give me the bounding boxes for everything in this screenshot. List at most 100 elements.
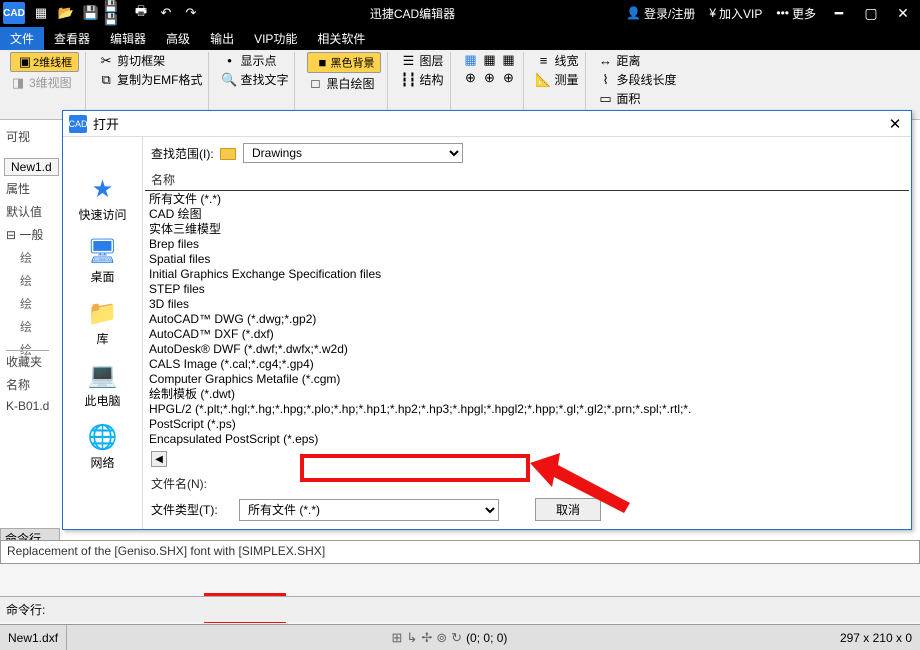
filetype-item[interactable]: AutoDesk® DWF (*.dwf;*.dwfx;*.w2d) [149,342,905,357]
login-button[interactable]: 👤登录/注册 [622,5,699,22]
column-header[interactable]: 名称 [143,169,911,190]
struct-icon: ┇┇ [400,72,416,88]
grid3-icon: ▦ [501,52,517,68]
status-coords: (0; 0; 0) [466,631,507,645]
dialog-logo-icon: CAD [69,115,87,133]
filetype-item[interactable]: Encapsulated PostScript (*.eps) [149,432,905,447]
wire3d-button[interactable]: 3维视图 [29,74,72,91]
undo-icon[interactable]: ↶ [154,2,178,24]
filetype-item[interactable]: Brep files [149,237,905,252]
place-lib[interactable]: 📁库 [88,299,118,347]
desktop-icon: 🖥 [87,237,117,266]
area-button[interactable]: 面积 [617,90,641,107]
struct-button[interactable]: 结构 [419,71,443,88]
filetype-item[interactable]: STEP files [149,282,905,297]
layers-button[interactable]: 图层 [419,52,443,69]
tab-viewer[interactable]: 查看器 [44,27,100,50]
snap-icon[interactable]: ⊞ [392,630,403,646]
maximize-icon[interactable]: ▢ [858,0,884,26]
filetype-item[interactable]: 所有文件 (*.*) [149,192,905,207]
filetype-listbox[interactable]: 所有文件 (*.*)CAD 绘图实体三维模型Brep filesSpatial … [145,190,909,451]
place-quick[interactable]: ★快速访问 [78,175,126,223]
title-bar: CAD ▦ 📂 💾 💾💾 🖶 ↶ ↷ 迅捷CAD编辑器 👤登录/注册 ¥加入VI… [0,0,920,26]
ortho-icon[interactable]: ↳ [406,630,417,646]
tab-related[interactable]: 相关软件 [307,27,375,50]
folder-icon [220,148,236,160]
copyemf-button[interactable]: 复制为EMF格式 [117,71,202,88]
open-dialog: CAD 打开 ✕ ★快速访问 🖥桌面 📁库 💻此电脑 🌐网络 查找范围(I): … [62,110,912,530]
star-icon: ★ [92,175,114,204]
saveall-icon[interactable]: 💾💾 [104,2,128,24]
vip-button[interactable]: ¥加入VIP [705,5,766,22]
measure-icon: 📐 [536,72,552,88]
blackbg-icon: ■ [314,54,330,70]
tab-output[interactable]: 输出 [200,27,244,50]
redo-icon[interactable]: ↷ [179,2,203,24]
dialog-title-bar: CAD 打开 ✕ [63,111,911,137]
status-dims: 297 x 210 x 0 [832,625,920,650]
new-icon[interactable]: ▦ [29,2,53,24]
dist-button[interactable]: 距离 [617,52,641,69]
disp-button[interactable]: 显示点 [240,52,276,69]
dialog-close-icon[interactable]: ✕ [885,115,905,133]
filetype-item[interactable]: CALS Image (*.cal;*.cg4;*.gp4) [149,357,905,372]
place-desktop[interactable]: 🖥桌面 [87,237,117,285]
open-icon[interactable]: 📂 [54,2,78,24]
place-pc[interactable]: 💻此电脑 [84,361,120,409]
filetype-label: 文件类型(T): [151,501,231,518]
filetype-item[interactable]: Spatial files [149,252,905,267]
minimize-icon[interactable]: ━ [826,0,852,26]
filename-label: 文件名(N): [151,475,231,492]
save-icon[interactable]: 💾 [79,2,103,24]
polar-icon[interactable]: ✢ [421,630,432,646]
filetype-item[interactable]: 实体三维模型 [149,222,905,237]
print-icon[interactable]: 🖶 [129,2,153,24]
filetype-item[interactable]: CAD 绘图 [149,207,905,222]
place-net[interactable]: 🌐网络 [88,423,118,471]
user-icon: 👤 [626,6,641,20]
dist-icon: ↔ [598,53,614,69]
bgblack-button[interactable]: ■黑色背景 [307,52,381,73]
lookin-label: 查找范围(I): [151,145,214,162]
lw-button[interactable]: 线宽 [555,52,579,69]
filetype-item[interactable]: AutoCAD™ DWG (*.dwg;*.gp2) [149,312,905,327]
close-icon[interactable]: ✕ [890,0,916,26]
layers-icon: ☰ [400,53,416,69]
pc-icon: 💻 [88,361,118,390]
findtext-button[interactable]: 查找文字 [240,71,288,88]
filetype-item[interactable]: HPGL/2 (*.plt;*.hgl;*.hg;*.hpg;*.plo;*.h… [149,402,905,417]
refresh-icon[interactable]: ↻ [451,630,462,646]
filetype-item[interactable]: 3D files [149,297,905,312]
filetype-item[interactable]: 绘制模板 (*.dwt) [149,387,905,402]
status-file: New1.dxf [0,625,67,650]
file-tab[interactable]: New1.d [4,158,59,176]
places-bar: ★快速访问 🖥桌面 📁库 💻此电脑 🌐网络 [63,137,143,529]
command-line[interactable]: 命令行: [0,596,920,622]
filetype-item[interactable] [149,447,905,451]
point-icon: • [221,53,237,69]
filetype-item[interactable]: Computer Graphics Metafile (*.cgm) [149,372,905,387]
filetype-item[interactable]: PostScript (*.ps) [149,417,905,432]
more-button[interactable]: •••更多 [772,5,820,22]
seglen-icon: ⌇ [598,72,614,88]
tab-vip[interactable]: VIP功能 [244,27,307,50]
bgwhite-button[interactable]: 黑白绘图 [326,75,374,92]
filetype-item[interactable]: AutoCAD™ DXF (*.dxf) [149,327,905,342]
yen-icon: ¥ [709,6,716,20]
tab-editor[interactable]: 编辑器 [100,27,156,50]
seglen-button[interactable]: 多段线长度 [617,71,677,88]
wire2d-button[interactable]: ▣2维线框 [10,52,79,72]
cube3d-icon: ◨ [10,75,26,91]
osnap-icon[interactable]: ⊚ [436,630,447,646]
tab-advanced[interactable]: 高级 [156,27,200,50]
cmdlog-line: Replacement of the [Geniso.SHX] font wit… [0,540,920,564]
measure-button[interactable]: 测量 [555,71,579,88]
filetype-item[interactable]: Initial Graphics Exchange Specification … [149,267,905,282]
clip-button[interactable]: 剪切框架 [117,52,165,69]
lookin-select[interactable]: Drawings [243,143,463,163]
filetype-select[interactable]: 所有文件 (*.*) [239,499,499,521]
tab-file[interactable]: 文件 [0,27,44,50]
cancel-button[interactable]: 取消 [535,498,601,521]
scroll-left-icon[interactable]: ◀ [151,451,167,467]
area-icon: ▭ [598,91,614,107]
